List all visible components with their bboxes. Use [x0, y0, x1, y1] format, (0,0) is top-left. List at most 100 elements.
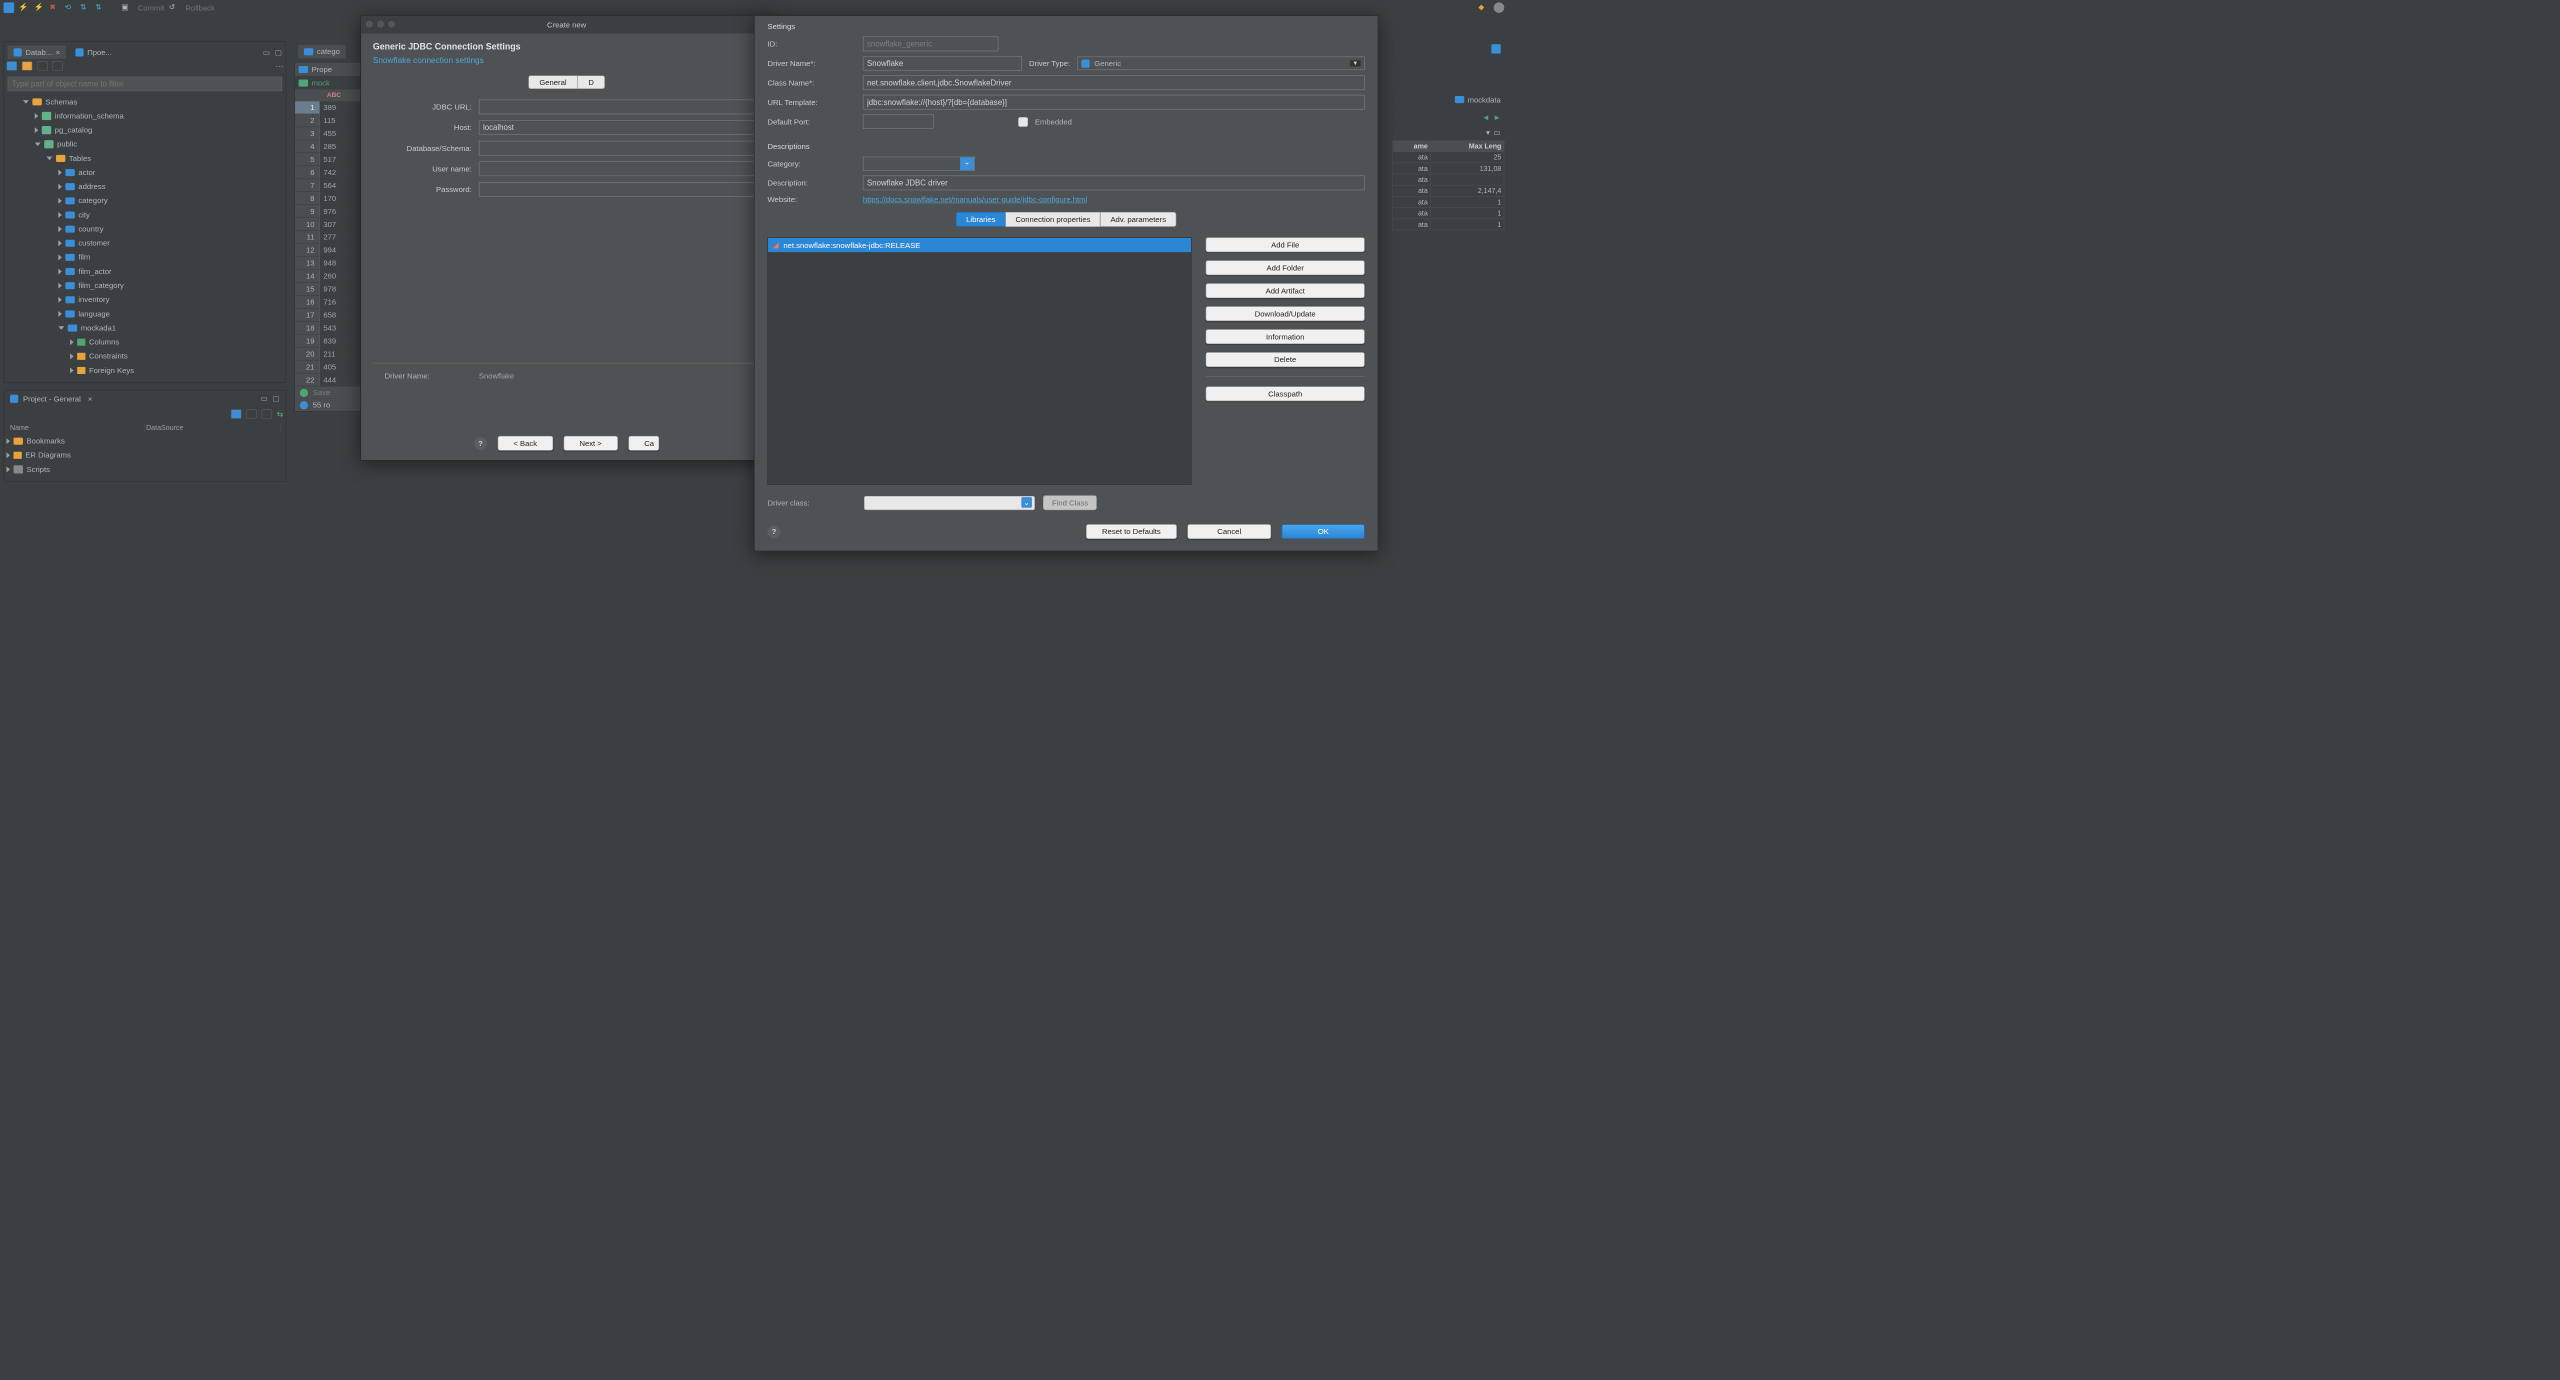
help-icon[interactable]: ?	[767, 525, 780, 538]
tree-node[interactable]: ER Diagrams	[6, 448, 283, 462]
tab[interactable]: mockdata	[1468, 95, 1501, 104]
grid-tab3[interactable]: mock	[312, 78, 330, 87]
description-input[interactable]	[863, 176, 1365, 191]
tree-node[interactable]: city	[6, 208, 283, 222]
tab-driver[interactable]: D	[578, 75, 605, 89]
tab-libraries[interactable]: Libraries	[956, 212, 1005, 227]
driver-name-input[interactable]	[863, 56, 1022, 71]
p3-icon[interactable]	[262, 409, 273, 418]
tree-node[interactable]: category	[6, 194, 283, 208]
username-input[interactable]	[479, 161, 761, 176]
driver-class-select[interactable]	[864, 496, 1035, 510]
tree-node[interactable]: inventory	[6, 293, 283, 307]
library-list[interactable]: ◢ net.snowflake:snowflake-jdbc:RELEASE	[767, 237, 1191, 484]
tree-node[interactable]: Foreign Keys	[6, 363, 283, 377]
menu-icon[interactable]: ⋯	[276, 61, 284, 70]
plug5-icon[interactable]: ⇅	[80, 2, 91, 13]
commit-icon[interactable]: ▣	[121, 2, 132, 13]
tree-node-schemas[interactable]: Schemas	[6, 95, 283, 109]
col-maxleng[interactable]: Max Leng	[1430, 140, 1504, 151]
tab-adv-params[interactable]: Adv. parameters	[1100, 212, 1176, 227]
classpath-button[interactable]: Classpath	[1206, 386, 1365, 401]
minimize-icon[interactable]	[377, 21, 384, 28]
nav-icon[interactable]	[37, 61, 48, 70]
port-input[interactable]	[863, 114, 934, 129]
cancel-button[interactable]: Ca	[628, 436, 659, 451]
category-select[interactable]: ⌄	[863, 157, 975, 171]
prev-icon[interactable]: ◄	[1482, 113, 1490, 122]
tool-icon[interactable]	[1491, 44, 1500, 53]
driver-type-select[interactable]: Generic ▼	[1077, 57, 1365, 71]
password-input[interactable]	[479, 182, 761, 197]
tree-node[interactable]: Constraints	[6, 349, 283, 363]
back-button[interactable]: < Back	[498, 436, 553, 451]
tree-node[interactable]: information_schema	[6, 109, 283, 123]
min-icon[interactable]: ▭	[1494, 128, 1501, 137]
cancel-button[interactable]: Cancel	[1187, 524, 1271, 539]
url-template-input[interactable]	[863, 95, 1365, 110]
next-icon[interactable]: ►	[1493, 113, 1501, 122]
link-icon[interactable]: ⇆	[277, 409, 283, 418]
tree-node[interactable]: actor	[6, 166, 283, 180]
tree-node[interactable]: Columns	[6, 335, 283, 349]
tree-node-mock[interactable]: mockada1	[6, 321, 283, 335]
tree-node[interactable]: film_category	[6, 279, 283, 293]
tree-filter-input[interactable]	[8, 77, 282, 92]
reset-defaults-button[interactable]: Reset to Defaults	[1086, 524, 1177, 539]
tab-general[interactable]: General	[528, 75, 578, 89]
snowflake-settings-link[interactable]: Snowflake connection settings	[373, 55, 761, 64]
nav2-icon[interactable]	[52, 61, 63, 70]
marketplace-icon[interactable]: ◆	[1478, 2, 1489, 13]
next-button[interactable]: Next >	[564, 436, 618, 451]
tree-node[interactable]: film	[6, 250, 283, 264]
p2-icon[interactable]	[246, 409, 257, 418]
close-icon[interactable]	[366, 21, 373, 28]
add-file-button[interactable]: Add File	[1206, 237, 1365, 252]
zoom-icon[interactable]	[388, 21, 395, 28]
website-link[interactable]: https://docs.snowflake.net/manuals/user-…	[863, 195, 1087, 204]
embedded-checkbox[interactable]	[1018, 117, 1027, 126]
add-folder-button[interactable]: Add Folder	[1206, 260, 1365, 275]
host-input[interactable]	[479, 120, 761, 135]
ok-button[interactable]: OK	[1282, 524, 1365, 539]
tips-icon[interactable]	[1494, 2, 1505, 13]
plug-icon[interactable]: ⚡	[19, 2, 30, 13]
tab-projects[interactable]: Прое...	[70, 45, 118, 59]
close-icon[interactable]: ×	[56, 48, 60, 57]
information-button[interactable]: Information	[1206, 329, 1365, 344]
tree-node-public[interactable]: public	[6, 137, 283, 151]
cfg-icon[interactable]	[231, 409, 242, 418]
plug4-icon[interactable]: ⟲	[65, 2, 76, 13]
library-item[interactable]: ◢ net.snowflake:snowflake-jdbc:RELEASE	[768, 238, 1191, 252]
class-name-input[interactable]	[863, 75, 1365, 90]
maximize-icon[interactable]: ▢	[275, 47, 282, 56]
tree-node[interactable]: country	[6, 222, 283, 236]
delete-button[interactable]: Delete	[1206, 352, 1365, 367]
tree-node[interactable]: Bookmarks	[6, 434, 283, 448]
tab-conn-props[interactable]: Connection properties	[1005, 212, 1100, 227]
maximize-icon[interactable]: ▢	[273, 394, 280, 403]
add-artifact-button[interactable]: Add Artifact	[1206, 283, 1365, 298]
folder-icon[interactable]	[22, 61, 33, 70]
tree-node[interactable]: pg_catalog	[6, 123, 283, 137]
editor-tab[interactable]: catego	[298, 45, 346, 59]
tab-database[interactable]: Datab... ×	[8, 45, 66, 59]
plug3-icon[interactable]: ✖	[49, 2, 60, 13]
minimize-icon[interactable]: ▭	[261, 394, 268, 403]
tree-node[interactable]: Scripts	[6, 462, 283, 476]
close-icon[interactable]: ×	[88, 394, 92, 403]
tree-node[interactable]: language	[6, 307, 283, 321]
save-button[interactable]: Save	[313, 388, 330, 397]
help-icon[interactable]: ?	[474, 437, 487, 450]
conn-icon[interactable]	[6, 61, 17, 70]
tree-node[interactable]: customer	[6, 236, 283, 250]
sql-icon[interactable]	[4, 2, 15, 13]
rollback-icon[interactable]: ↺	[169, 2, 180, 13]
col-ame[interactable]: ame	[1393, 140, 1431, 151]
settings-icon[interactable]: ▾	[1486, 128, 1490, 137]
download-update-button[interactable]: Download/Update	[1206, 306, 1365, 321]
tree-node-tables[interactable]: Tables	[6, 151, 283, 165]
jdbc-url-input[interactable]	[479, 100, 761, 115]
tree-node[interactable]: address	[6, 180, 283, 194]
tree-node[interactable]: film_actor	[6, 264, 283, 278]
